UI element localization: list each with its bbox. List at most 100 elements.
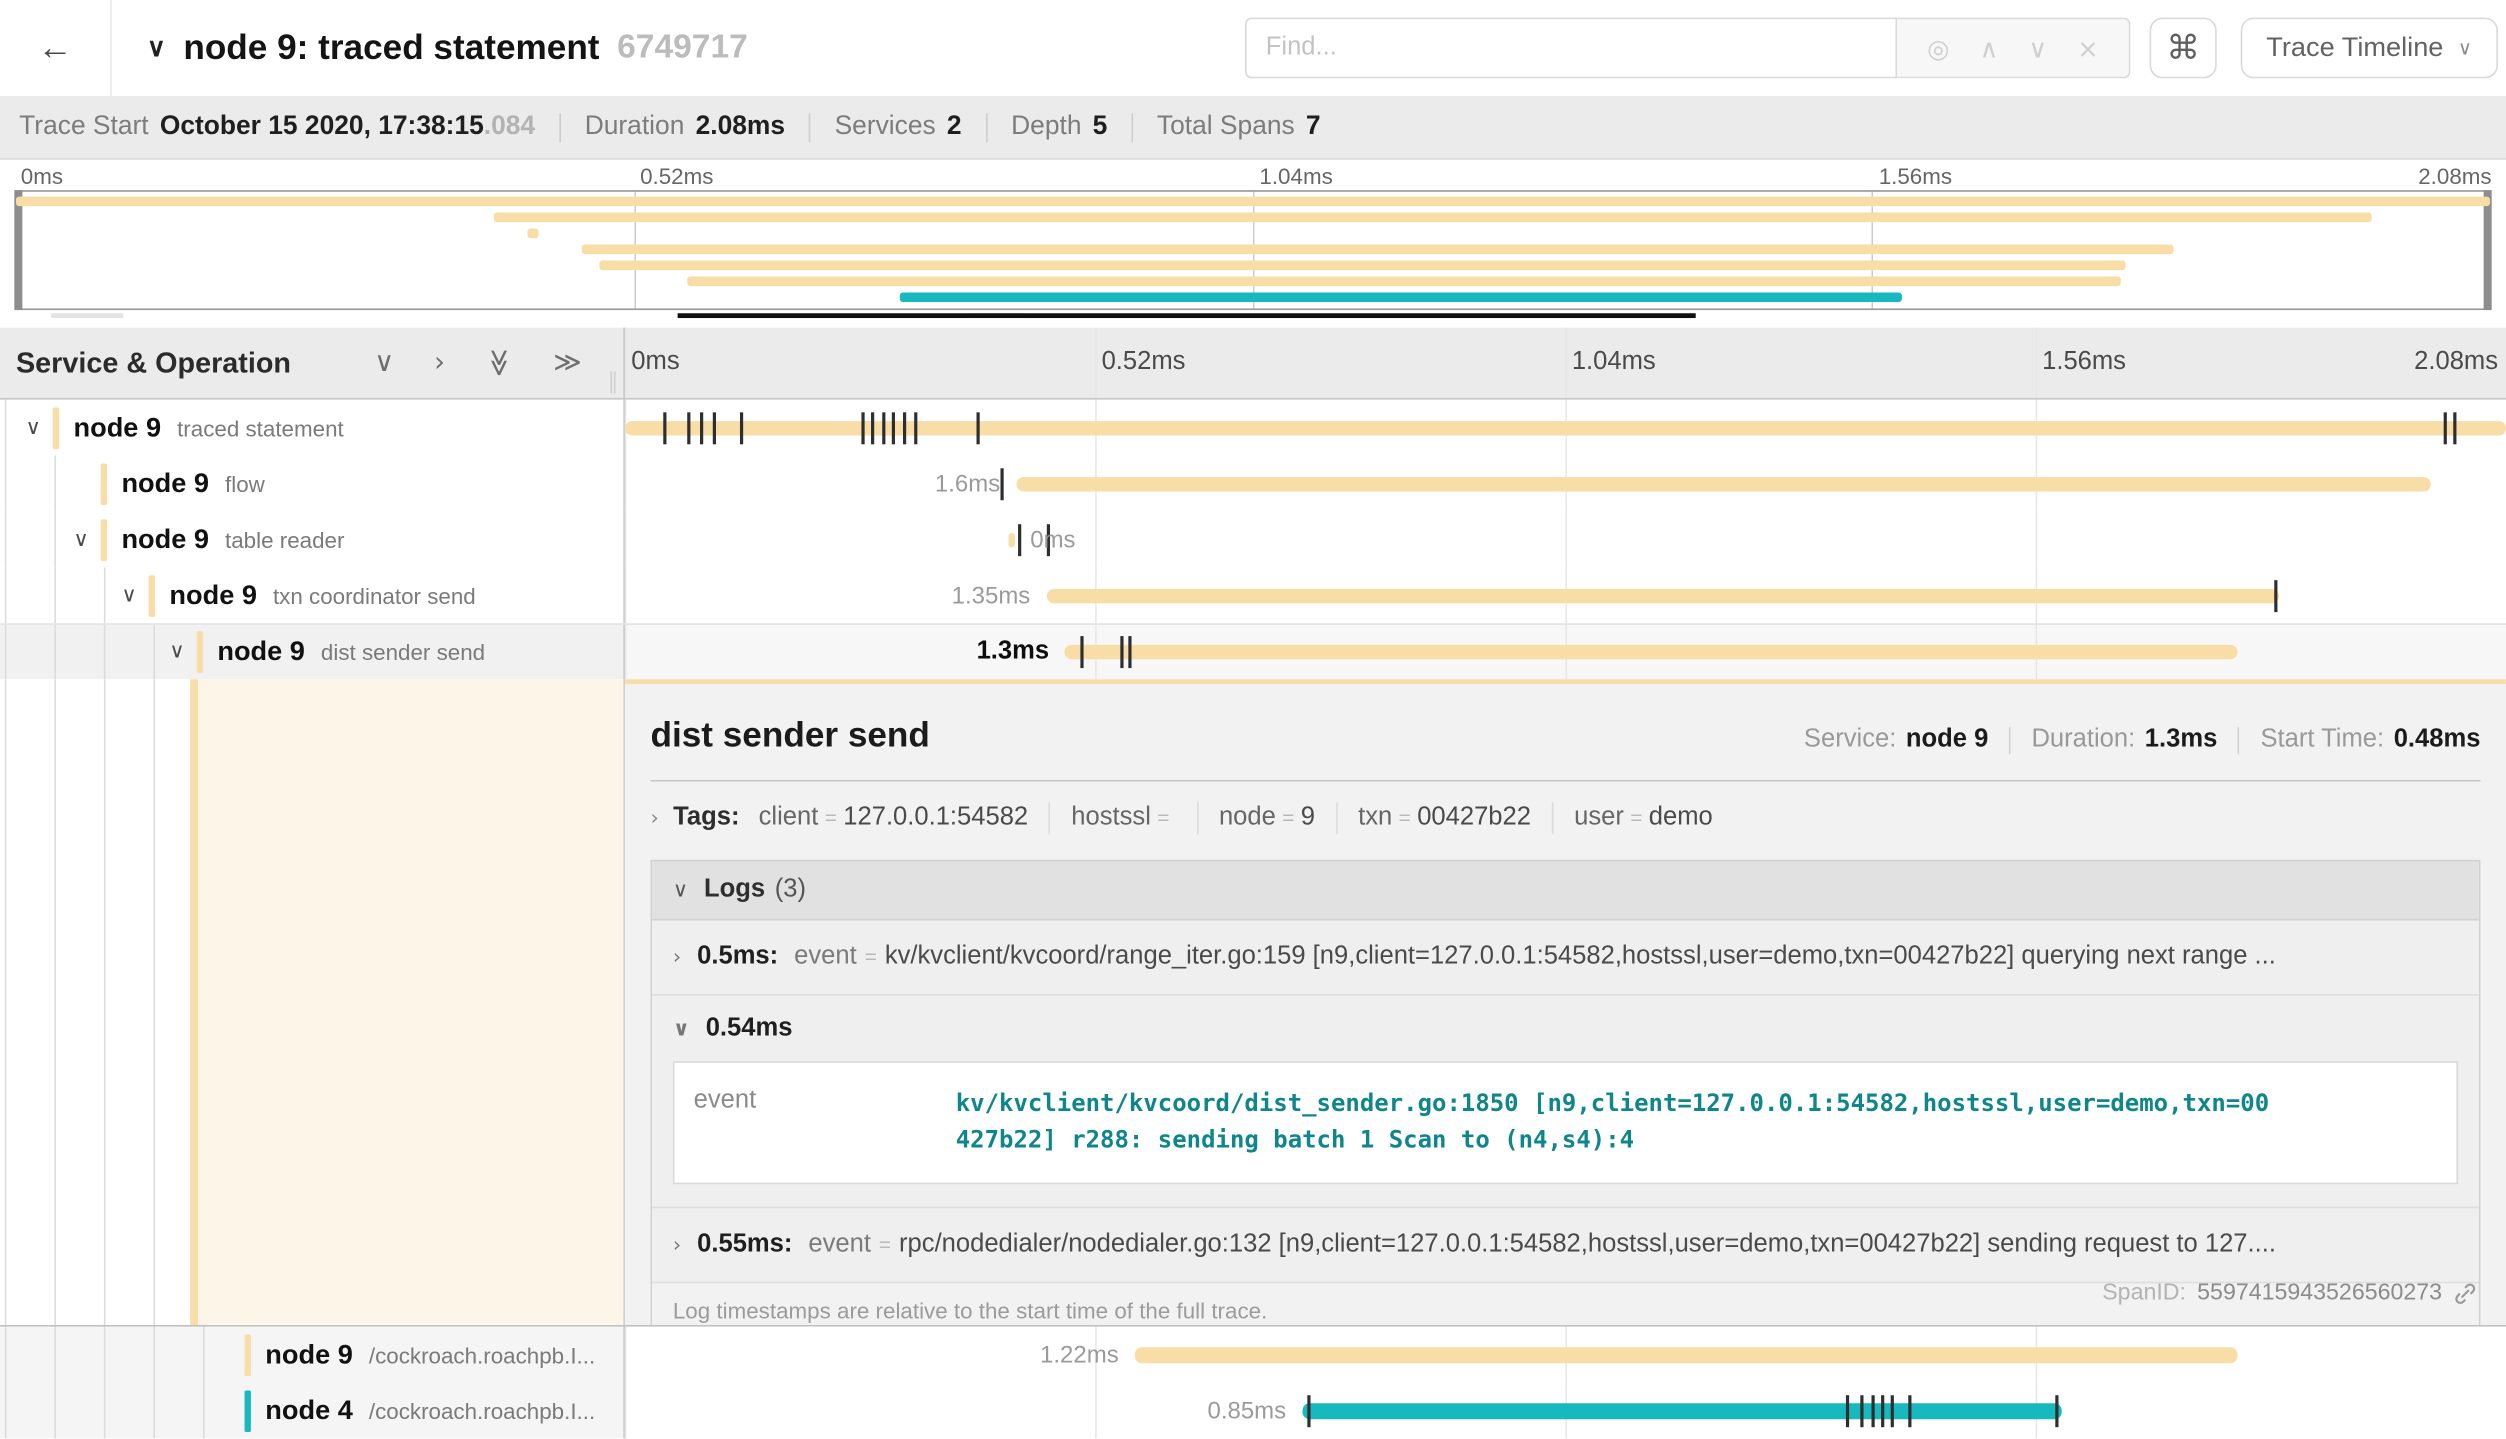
log-entry-header[interactable]: ∨0.54ms — [673, 1015, 2458, 1044]
span-duration-bar[interactable] — [1009, 532, 1015, 546]
minimap-ruler-label: 0.52ms — [634, 163, 714, 189]
event-tick — [892, 412, 895, 444]
log-entry[interactable]: ›0.5ms:event=kv/kvclient/kvcoord/range_i… — [652, 921, 2479, 995]
expand-all-icon[interactable]: ≫ — [553, 347, 581, 379]
minimap-ruler-label: 0ms — [14, 163, 63, 189]
minimap-viewport[interactable] — [14, 190, 2491, 310]
span-name-cell[interactable]: ∨ node 9txn coordinator send — [0, 567, 625, 623]
stat-value: October 15 2020, 17:38:15.084 — [160, 112, 535, 141]
span-detail-indent — [0, 679, 625, 1325]
service-name: node 9flow — [121, 467, 264, 499]
span-name-cell[interactable]: node 9/cockroach.roachpb.I... — [0, 1327, 625, 1383]
stat-label: Trace Start — [19, 112, 148, 141]
find-buttons: ◎ ∧ ∨ × — [1897, 18, 2130, 79]
span-duration-bar[interactable] — [1016, 476, 2431, 490]
event-tick — [1001, 467, 1004, 499]
ruler-label: 2.08ms — [2414, 348, 2498, 377]
minimap-left-handle[interactable] — [14, 190, 22, 310]
back-button[interactable]: ← — [0, 0, 112, 96]
tag-separator — [1049, 802, 1051, 834]
span-duration-bar[interactable] — [1302, 1402, 2062, 1418]
meta-separator — [2009, 726, 2011, 753]
stat-label: Total Spans — [1157, 112, 1295, 141]
span-row: ∨ node 9table reader 0ms — [0, 511, 2506, 567]
stat-value: 5 — [1093, 112, 1108, 141]
tag-equals: = — [1399, 805, 1411, 829]
span-duration-bar[interactable] — [1065, 645, 2237, 659]
row-chevron-down-icon[interactable]: ∨ — [74, 527, 89, 551]
row-chevron-down-icon[interactable]: ∨ — [169, 640, 184, 664]
prev-match-icon[interactable]: ∧ — [1980, 33, 1999, 63]
log-entry[interactable]: ›0.55ms:event=rpc/nodedialer/nodedialer.… — [652, 1206, 2479, 1281]
span-duration-bar[interactable] — [1135, 1346, 2237, 1362]
event-tick — [1881, 1394, 1884, 1426]
clear-find-icon[interactable]: × — [2077, 33, 2098, 63]
log-field-table: eventkv/kvclient/kvcoord/dist_sender.go:… — [673, 1061, 2458, 1183]
indent-guide — [153, 1327, 155, 1383]
chevron-down-icon: ∨ — [673, 1018, 690, 1042]
keyboard-shortcuts-button[interactable]: ⌘ — [2150, 18, 2217, 79]
span-duration-label: 1.6ms — [935, 470, 1000, 497]
span-name-cell[interactable]: ∨ node 9traced statement — [0, 400, 625, 456]
view-selector-label: Trace Timeline — [2266, 32, 2443, 64]
collapse-all-icon[interactable]: ≫ — [483, 349, 515, 377]
span-duration-label: 0ms — [1030, 526, 1075, 553]
detail-span-title: dist sender send — [650, 714, 929, 756]
span-timeline-cell[interactable]: 1.35ms — [625, 567, 2506, 623]
event-tick — [871, 412, 874, 444]
log-field-key: event — [794, 943, 857, 972]
row-chevron-down-icon[interactable]: ∨ — [26, 416, 41, 440]
service-name: node 9table reader — [121, 523, 344, 555]
minimap-scrubber[interactable] — [678, 313, 1696, 318]
span-row: ∨ node 9traced statement — [0, 400, 2506, 456]
tag-value: 00427b22 — [1417, 804, 1531, 831]
span-timeline-cell[interactable]: 1.22ms — [625, 1327, 2506, 1383]
link-icon[interactable] — [2453, 1281, 2477, 1305]
collapse-one-icon[interactable]: ∨ — [374, 347, 394, 379]
span-timeline-cell[interactable] — [625, 400, 2506, 456]
indent-guide — [153, 1382, 155, 1438]
chevron-down-icon: ∨ — [673, 878, 688, 902]
indent-guide — [54, 1327, 56, 1383]
chevron-down-icon[interactable]: ∨ — [147, 32, 166, 64]
span-name-cell[interactable]: ∨node 9dist sender send — [0, 625, 625, 679]
tag-item: user=demo — [1574, 804, 1713, 833]
minimap-ruler-label: 1.56ms — [1872, 163, 1952, 189]
indent-guide — [104, 1327, 106, 1383]
next-match-icon[interactable]: ∨ — [2028, 33, 2047, 63]
find-input[interactable] — [1245, 18, 1897, 79]
span-timeline-cell[interactable]: 1.3ms — [625, 625, 2506, 679]
service-name: node 9/cockroach.roachpb.I... — [265, 1339, 595, 1371]
view-selector-button[interactable]: Trace Timeline ∨ — [2241, 18, 2498, 79]
indent-guide — [5, 400, 7, 456]
span-duration-bar[interactable] — [625, 420, 2506, 434]
span-timeline-cell[interactable]: 1.6ms — [625, 455, 2506, 511]
span-timeline-cell[interactable]: 0.85ms — [625, 1382, 2506, 1438]
service-name: node 9txn coordinator send — [169, 579, 475, 611]
span-name-cell[interactable]: node 4/cockroach.roachpb.I... — [0, 1382, 625, 1438]
span-name-cell[interactable]: ∨ node 9table reader — [0, 511, 625, 567]
tag-key: user — [1574, 804, 1624, 831]
log-field-value: rpc/nodedialer/nodedialer.go:132 [n9,cli… — [899, 1230, 2276, 1259]
row-chevron-down-icon[interactable]: ∨ — [121, 583, 136, 607]
operation-name: dist sender send — [321, 639, 485, 665]
column-resize-grip[interactable]: ∥ — [607, 369, 618, 395]
span-name-cell[interactable]: node 9flow — [0, 455, 625, 511]
minimap-span-bar — [600, 261, 2126, 271]
service-name: node 9traced statement — [74, 412, 344, 444]
event-tick — [977, 412, 980, 444]
indent-guide — [104, 1382, 106, 1438]
logs-header[interactable]: ∨ Logs (3) — [652, 861, 2479, 920]
stat-separator — [809, 113, 811, 142]
expand-one-icon[interactable]: › — [434, 347, 445, 379]
minimap-right-handle[interactable] — [2484, 190, 2492, 310]
event-tick — [883, 412, 886, 444]
minimap-span-bar — [686, 276, 2121, 286]
tags-row[interactable]: › Tags: client=127.0.0.1:54582hostssl=no… — [650, 802, 2480, 834]
indent-guide — [203, 1382, 205, 1438]
span-timeline-cell[interactable]: 0ms — [625, 511, 2506, 567]
span-duration-bar[interactable] — [1046, 588, 2278, 602]
match-target-icon[interactable]: ◎ — [1927, 33, 1949, 63]
indent-guide — [5, 1327, 7, 1383]
stat-value: 2.08ms — [696, 112, 785, 141]
